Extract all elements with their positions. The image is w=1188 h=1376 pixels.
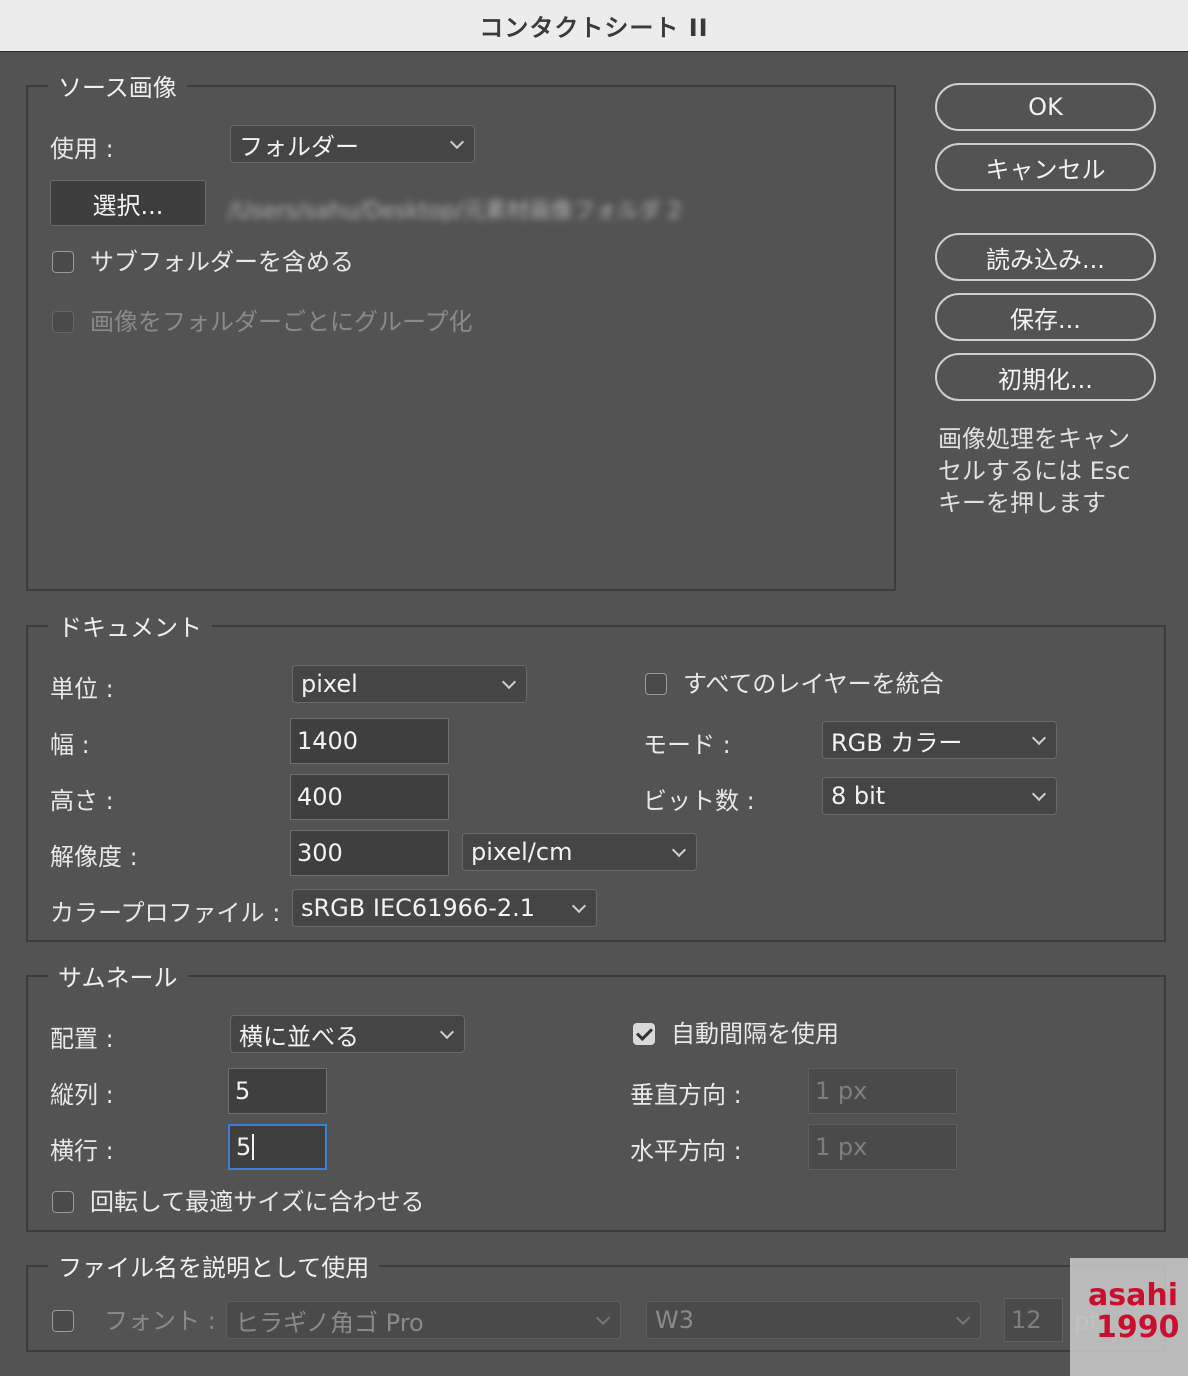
choose-button[interactable]: 選択... — [50, 180, 206, 226]
unit-select[interactable]: pixel — [292, 665, 527, 703]
resolution-input[interactable]: 300 — [290, 830, 449, 876]
include-subfolders-label: サブフォルダーを含める — [90, 248, 354, 276]
columns-label: 縦列 : — [50, 1081, 114, 1109]
flatten-layers-checkbox[interactable] — [645, 673, 667, 695]
use-label: 使用 : — [50, 135, 114, 163]
place-label: 配置 : — [50, 1025, 114, 1053]
mode-select[interactable]: RGB カラー — [822, 721, 1057, 759]
color-profile-select[interactable]: sRGB IEC61966-2.1 — [292, 889, 597, 927]
place-select-value: 横に並べる — [239, 1022, 359, 1051]
color-profile-label: カラープロファイル : — [50, 899, 281, 927]
resolution-unit-select[interactable]: pixel/cm — [462, 833, 697, 871]
rows-input[interactable]: 5 — [228, 1124, 327, 1170]
chevron-down-icon — [1031, 786, 1047, 802]
vertical-spacing-label: 垂直方向 : — [630, 1081, 742, 1109]
horizontal-spacing-input[interactable]: 1 px — [808, 1124, 957, 1170]
font-label: フォント : — [104, 1307, 216, 1335]
auto-spacing-label: 自動間隔を使用 — [671, 1020, 839, 1048]
caption-legend: ファイル名を説明として使用 — [48, 1253, 380, 1283]
font-size-input[interactable]: 12 — [1004, 1298, 1063, 1342]
chevron-down-icon — [595, 1310, 611, 1326]
group-by-folder-label: 画像をフォルダーごとにグループ化 — [90, 308, 473, 336]
font-weight-select[interactable]: W3 — [646, 1301, 981, 1339]
resolution-unit-value: pixel/cm — [471, 838, 573, 866]
chevron-down-icon — [1031, 730, 1047, 746]
rows-input-value: 5 — [236, 1133, 252, 1161]
columns-input[interactable]: 5 — [228, 1068, 327, 1114]
mode-label: モード : — [643, 731, 731, 759]
font-weight-value: W3 — [655, 1306, 694, 1334]
document-legend: ドキュメント — [48, 613, 212, 643]
use-select[interactable]: フォルダー — [230, 125, 475, 163]
vertical-spacing-input[interactable]: 1 px — [808, 1068, 957, 1114]
bit-depth-label: ビット数 : — [643, 787, 755, 815]
bit-depth-value: 8 bit — [831, 782, 886, 810]
load-button[interactable]: 読み込み... — [935, 233, 1156, 281]
rows-label: 横行 : — [50, 1137, 114, 1165]
font-select[interactable]: ヒラギノ角ゴ Pro — [226, 1301, 621, 1339]
watermark-line1: asahi — [1088, 1278, 1178, 1313]
group-by-folder-checkbox[interactable] — [52, 311, 74, 333]
width-label: 幅 : — [50, 731, 90, 759]
rotate-fit-checkbox[interactable] — [52, 1191, 74, 1213]
watermark: asahi 1990 — [1070, 1258, 1188, 1376]
rotate-fit-label: 回転して最適サイズに合わせる — [90, 1188, 425, 1216]
watermark-line2: 1990 — [1096, 1310, 1180, 1345]
chevron-down-icon — [571, 898, 587, 914]
chevron-down-icon — [439, 1024, 455, 1040]
chevron-down-icon — [671, 842, 687, 858]
escape-note: 画像処理をキャンセルするには Esc キーを押します — [938, 425, 1131, 517]
mode-select-value: RGB カラー — [831, 728, 963, 757]
height-input[interactable]: 400 — [290, 774, 449, 820]
color-profile-value: sRGB IEC61966-2.1 — [301, 894, 536, 922]
chevron-down-icon — [449, 134, 465, 150]
chevron-down-icon — [955, 1310, 971, 1326]
chevron-down-icon — [501, 674, 517, 690]
save-button[interactable]: 保存... — [935, 293, 1156, 341]
reset-button[interactable]: 初期化... — [935, 353, 1156, 401]
use-select-value: フォルダー — [239, 132, 359, 161]
font-select-value: ヒラギノ角ゴ Pro — [235, 1308, 424, 1337]
flatten-layers-label: すべてのレイヤーを統合 — [683, 670, 944, 698]
thumbnails-legend: サムネール — [48, 963, 188, 993]
place-select[interactable]: 横に並べる — [230, 1015, 465, 1053]
height-label: 高さ : — [50, 787, 114, 815]
use-filename-checkbox[interactable] — [52, 1310, 74, 1332]
resolution-label: 解像度 : — [50, 843, 138, 871]
window-title: コンタクトシート II — [0, 0, 1188, 52]
horizontal-spacing-label: 水平方向 : — [630, 1137, 742, 1165]
ok-button[interactable]: OK — [935, 83, 1156, 131]
width-input[interactable]: 1400 — [290, 718, 449, 764]
include-subfolders-checkbox[interactable] — [52, 251, 74, 273]
bit-depth-select[interactable]: 8 bit — [822, 777, 1057, 815]
cancel-button[interactable]: キャンセル — [935, 143, 1156, 191]
auto-spacing-checkbox[interactable] — [633, 1023, 655, 1045]
source-path: /Users/sahu/Desktop/元素材画像フォルダ 2 — [228, 199, 682, 224]
text-caret — [252, 1134, 255, 1160]
source-legend: ソース画像 — [48, 73, 187, 103]
unit-label: 単位 : — [50, 675, 114, 703]
unit-select-value: pixel — [301, 670, 358, 698]
